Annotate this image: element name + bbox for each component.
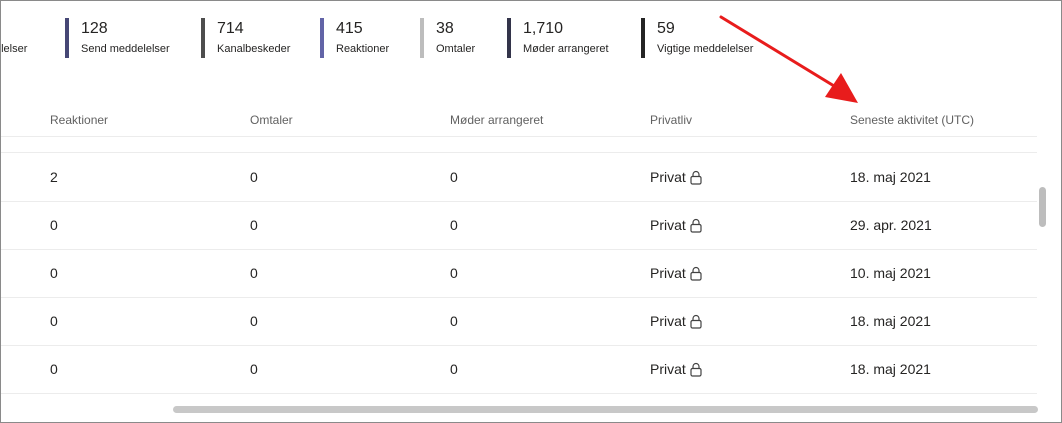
cell-privatliv: Privat (650, 313, 702, 329)
cell-moder: 0 (450, 265, 458, 281)
cell-seneste: 18. maj 2021 (850, 313, 931, 329)
cell-moder: 0 (450, 313, 458, 329)
stat-value (1, 19, 27, 39)
cell-privatliv: Privat (650, 169, 702, 185)
stat-vigtige-meddelelser: 59 Vigtige meddelelser (641, 18, 753, 58)
lock-icon (690, 266, 702, 281)
report-window: elelser 128 Send meddelelser 714 Kanalbe… (0, 0, 1062, 423)
stat-value: 59 (657, 20, 675, 37)
privatliv-label: Privat (650, 313, 686, 329)
privatliv-label: Privat (650, 361, 686, 377)
table-row[interactable]: 2 0 0 Privat 18. maj 2021 (1, 153, 1037, 202)
cell-moder: 0 (450, 217, 458, 233)
cell-reaktioner: 0 (50, 217, 58, 233)
cell-omtaler: 0 (250, 265, 258, 281)
stat-label: Omtaler (436, 43, 476, 55)
stat-label: Send meddelelser (81, 43, 170, 55)
stat-label: Vigtige meddelelser (657, 43, 754, 55)
column-header-omtaler[interactable]: Omtaler (250, 113, 293, 127)
stat-label: Reaktioner (336, 43, 390, 55)
stat-value: 128 (81, 20, 108, 37)
table-row[interactable]: 0 0 0 Privat 18. maj 2021 (1, 297, 1037, 346)
stat-label: Møder arrangeret (523, 43, 609, 55)
table-row[interactable]: 0 0 0 Privat 29. apr. 2021 (1, 201, 1037, 250)
cell-privatliv: Privat (650, 265, 702, 281)
table-row[interactable]: 0 0 0 Privat 18. maj 2021 (1, 345, 1037, 394)
stat-send-meddelelser: 128 Send meddelelser (65, 18, 170, 58)
stat-partial: elelser (1, 18, 27, 58)
table-row[interactable]: 0 0 0 Privat 10. maj 2021 (1, 249, 1037, 298)
privatliv-label: Privat (650, 265, 686, 281)
cell-omtaler: 0 (250, 361, 258, 377)
cell-omtaler: 0 (250, 313, 258, 329)
vertical-scrollbar-thumb[interactable] (1039, 187, 1046, 227)
column-header-seneste-aktivitet[interactable]: Seneste aktivitet (UTC) (850, 113, 974, 127)
cell-omtaler: 0 (250, 169, 258, 185)
cell-privatliv: Privat (650, 217, 702, 233)
column-header-privatliv[interactable]: Privatliv (650, 113, 692, 127)
horizontal-scrollbar-thumb[interactable] (173, 406, 1038, 413)
cell-moder: 0 (450, 169, 458, 185)
lock-icon (690, 218, 702, 233)
stat-kanalbeskeder: 714 Kanalbeskeder (201, 18, 290, 58)
stat-reaktioner: 415 Reaktioner (320, 18, 389, 58)
privatliv-label: Privat (650, 217, 686, 233)
cell-reaktioner: 0 (50, 265, 58, 281)
cell-reaktioner: 2 (50, 169, 58, 185)
stat-label: Kanalbeskeder (217, 43, 291, 55)
cell-seneste: 29. apr. 2021 (850, 217, 932, 233)
table-header: Reaktioner Omtaler Møder arrangeret Priv… (1, 102, 1037, 137)
lock-icon (690, 362, 702, 377)
stat-value: 415 (336, 20, 363, 37)
column-header-moder-arrangeret[interactable]: Møder arrangeret (450, 113, 543, 127)
cell-seneste: 10. maj 2021 (850, 265, 931, 281)
stat-moder-arrangeret: 1,710 Møder arrangeret (507, 18, 609, 58)
stat-value: 38 (436, 20, 454, 37)
stat-value: 1,710 (523, 20, 564, 37)
cell-reaktioner: 0 (50, 361, 58, 377)
cell-seneste: 18. maj 2021 (850, 361, 931, 377)
cell-omtaler: 0 (250, 217, 258, 233)
privatliv-label: Privat (650, 169, 686, 185)
cell-reaktioner: 0 (50, 313, 58, 329)
cell-moder: 0 (450, 361, 458, 377)
stat-omtaler: 38 Omtaler (420, 18, 475, 58)
lock-icon (690, 170, 702, 185)
stat-value: 714 (217, 20, 244, 37)
cell-seneste: 18. maj 2021 (850, 169, 931, 185)
table-row-partial (1, 137, 1037, 153)
cell-privatliv: Privat (650, 361, 702, 377)
lock-icon (690, 314, 702, 329)
column-header-reaktioner[interactable]: Reaktioner (50, 113, 108, 127)
activity-table: Reaktioner Omtaler Møder arrangeret Priv… (1, 102, 1037, 402)
stat-label: elelser (1, 43, 28, 55)
